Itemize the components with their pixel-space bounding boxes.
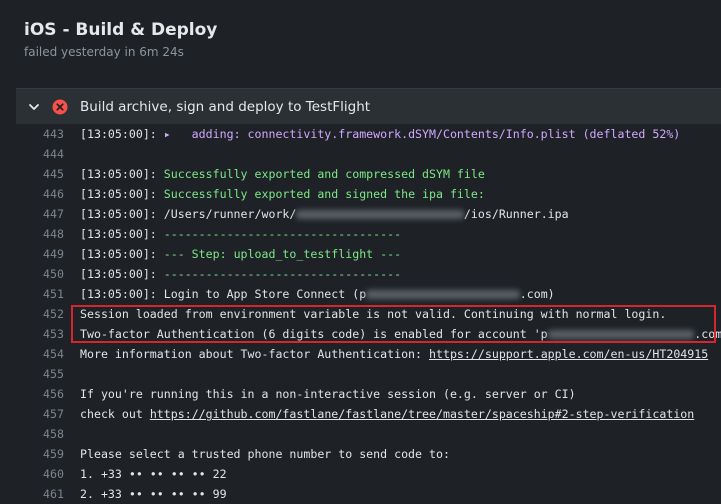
log-line: 444	[16, 144, 721, 164]
log-text: 2. +33 •• •• •• •• 99	[80, 487, 227, 501]
log-text: [13:05:00]:	[80, 127, 164, 141]
log-line: 455	[16, 364, 721, 384]
line-number[interactable]: 447	[16, 204, 64, 224]
log-text: --- Step: upload_to_testflight ---	[163, 247, 402, 261]
log-line-content: check out https://github.com/fastlane/fa…	[80, 404, 694, 424]
workflow-header: iOS - Build & Deploy failed yesterday in…	[0, 0, 721, 88]
log-line-content: Please select a trusted phone number to …	[80, 444, 450, 464]
line-number[interactable]: 461	[16, 484, 64, 504]
log-line: 445 [13:05:00]: Successfully exported and…	[16, 164, 721, 184]
log-text: Successfully exported and compressed dSY…	[163, 167, 485, 181]
log-text: Session loaded from environment variable…	[80, 307, 667, 321]
log-line: 459 Please select a trusted phone number …	[16, 444, 721, 464]
log-text: /ios/Runner.ipa	[463, 207, 569, 221]
log-line-content: 2. +33 •• •• •• •• 99	[80, 484, 227, 504]
log-text: ▸ adding: connectivity.framework.dSYM/Co…	[163, 127, 681, 141]
log-line: 454 More information about Two-factor Aut…	[16, 344, 721, 364]
line-number[interactable]: 456	[16, 384, 64, 404]
log-line-content: [13:05:00]: ▸ adding: connectivity.frame…	[80, 124, 680, 144]
log-line: 460 1. +33 •• •• •• •• 22	[16, 464, 721, 484]
log-line: 443 [13:05:00]: ▸ adding: connectivity.fr…	[16, 124, 721, 144]
log-text: .com)	[519, 287, 555, 301]
log-line: 446 [13:05:00]: Successfully exported and…	[16, 184, 721, 204]
line-number[interactable]: 446	[16, 184, 64, 204]
log-text: [13:05:00]:	[80, 227, 164, 241]
log-text: 1. +33 •• •• •• •• 22	[80, 467, 227, 481]
failed-status-icon	[52, 99, 68, 115]
log-line: 447 [13:05:00]: /Users/runner/work/ /ios/…	[16, 204, 721, 224]
log-line-content: Session loaded from environment variable…	[80, 304, 666, 324]
log-text: Successfully exported and signed the ipa…	[163, 187, 485, 201]
log-line: 453 Two-factor Authentication (6 digits c…	[16, 324, 721, 344]
log-text: [13:05:00]: Login to App Store Connect (…	[80, 287, 367, 301]
log-link[interactable]: https://support.apple.com/en-us/HT204915	[429, 347, 708, 361]
log-text: More information about Two-factor Authen…	[80, 347, 430, 361]
line-number[interactable]: 444	[16, 144, 64, 164]
line-number[interactable]: 450	[16, 264, 64, 284]
line-number[interactable]: 459	[16, 444, 64, 464]
log-text: [13:05:00]: /Users/runner/work/	[80, 207, 297, 221]
log-line: 458	[16, 424, 721, 444]
log-text: [13:05:00]:	[80, 267, 164, 281]
redacted-text	[366, 290, 520, 299]
step-header[interactable]: Build archive, sign and deploy to TestFl…	[16, 88, 721, 125]
log-text: check out	[80, 407, 150, 421]
log-line-content: 1. +33 •• •• •• •• 22	[80, 464, 227, 484]
line-number[interactable]: 452	[16, 304, 64, 324]
line-number[interactable]: 457	[16, 404, 64, 424]
log-line-content: [13:05:00]: --- Step: upload_to_testflig…	[80, 244, 401, 264]
log-text: [13:05:00]:	[80, 167, 164, 181]
log-line-content: If you're running this in a non-interact…	[80, 384, 576, 404]
line-number[interactable]: 448	[16, 224, 64, 244]
line-number[interactable]: 453	[16, 324, 64, 344]
log-line: 448 [13:05:00]: -------------------------…	[16, 224, 721, 244]
line-number[interactable]: 449	[16, 244, 64, 264]
log-line: 461 2. +33 •• •• •• •• 99	[16, 484, 721, 504]
log-text: ----------------------------------	[163, 267, 402, 281]
log-line: 449 [13:05:00]: --- Step: upload_to_testf…	[16, 244, 721, 264]
line-number[interactable]: 451	[16, 284, 64, 304]
line-number[interactable]: 445	[16, 164, 64, 184]
run-status-text: failed yesterday in 6m 24s	[24, 45, 184, 59]
log-line: 457 check out https://github.com/fastlane…	[16, 404, 721, 424]
log-text: Two-factor Authentication (6 digits code…	[80, 327, 548, 341]
chevron-down-icon[interactable]	[26, 99, 42, 115]
line-number[interactable]: 455	[16, 364, 64, 384]
line-number[interactable]: 443	[16, 124, 64, 144]
page-title: iOS - Build & Deploy	[24, 20, 218, 40]
log-text: Please select a trusted phone number to …	[80, 447, 450, 461]
line-number[interactable]: 460	[16, 464, 64, 484]
log-line-content: [13:05:00]: Login to App Store Connect (…	[80, 284, 555, 304]
log-line-content: [13:05:00]: ----------------------------…	[80, 224, 401, 244]
log-line-content: [13:05:00]: Successfully exported and si…	[80, 184, 485, 204]
line-number[interactable]: 454	[16, 344, 64, 364]
log-link[interactable]: https://github.com/fastlane/fastlane/tre…	[150, 407, 694, 421]
redacted-text	[547, 330, 695, 339]
log-line-content: [13:05:00]: ----------------------------…	[80, 264, 401, 284]
log-output: 443 [13:05:00]: ▸ adding: connectivity.fr…	[16, 124, 721, 504]
log-text: ----------------------------------	[163, 227, 402, 241]
log-text: [13:05:00]:	[80, 187, 164, 201]
log-line: 452 Session loaded from environment varia…	[16, 304, 721, 324]
log-text: .com'	[694, 327, 721, 341]
log-line: 450 [13:05:00]: -------------------------…	[16, 264, 721, 284]
log-line-content: [13:05:00]: /Users/runner/work/ /ios/Run…	[80, 204, 569, 224]
redacted-text	[296, 210, 464, 219]
log-line-content: More information about Two-factor Authen…	[80, 344, 708, 364]
log-line-content: [13:05:00]: Successfully exported and co…	[80, 164, 485, 184]
log-text: [13:05:00]:	[80, 247, 164, 261]
line-number[interactable]: 458	[16, 424, 64, 444]
log-line-content: Two-factor Authentication (6 digits code…	[80, 324, 721, 344]
step-title: Build archive, sign and deploy to TestFl…	[80, 99, 371, 115]
log-line: 456 If you're running this in a non-inter…	[16, 384, 721, 404]
log-line: 451 [13:05:00]: Login to App Store Connec…	[16, 284, 721, 304]
log-text: If you're running this in a non-interact…	[80, 387, 576, 401]
